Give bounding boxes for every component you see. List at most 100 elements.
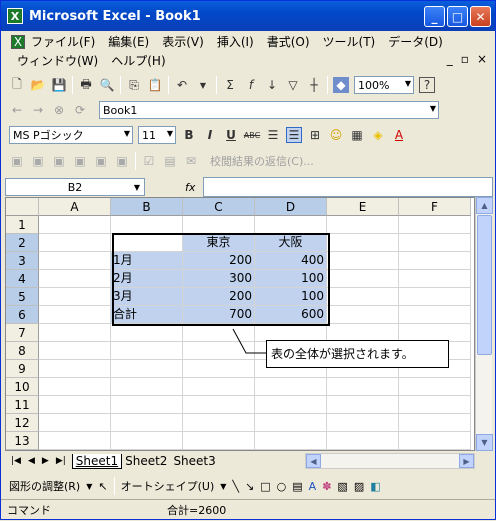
cell-f13[interactable] — [399, 432, 471, 450]
paste-icon[interactable]: 📋 — [147, 77, 163, 93]
cell-b3[interactable]: 1月 — [111, 252, 183, 270]
stop-icon[interactable]: ⊗ — [51, 102, 67, 118]
cell-f10[interactable] — [399, 378, 471, 396]
new-icon[interactable]: 🗋 — [9, 77, 25, 93]
cell-a5[interactable] — [39, 288, 111, 306]
column-header-d[interactable]: D — [255, 198, 327, 216]
review-icon-1[interactable]: ▣ — [9, 153, 25, 169]
cell-f5[interactable] — [399, 288, 471, 306]
cell-c9[interactable] — [183, 360, 255, 378]
cell-f2[interactable] — [399, 234, 471, 252]
cell-a8[interactable] — [39, 342, 111, 360]
address-combo[interactable]: Book1 ▼ — [99, 101, 439, 119]
cell-b12[interactable] — [111, 414, 183, 432]
tab-sheet2[interactable]: Sheet2 — [122, 454, 170, 468]
row-header-8[interactable]: 8 — [6, 342, 39, 360]
cell-f12[interactable] — [399, 414, 471, 432]
autoshapes-menu[interactable]: オートシェイプ(U) — [121, 478, 215, 494]
picture-icon[interactable]: ▨ — [354, 480, 364, 493]
cell-e11[interactable] — [327, 396, 399, 414]
menu-file[interactable]: ファイル(F) — [31, 33, 95, 50]
cell-e2[interactable] — [327, 234, 399, 252]
cell-c3[interactable]: 200 — [183, 252, 255, 270]
prev-sheet-icon[interactable]: ◀ — [28, 456, 35, 466]
first-sheet-icon[interactable]: |◀ — [11, 456, 21, 466]
cell-a11[interactable] — [39, 396, 111, 414]
cell-e6[interactable] — [327, 306, 399, 324]
next-sheet-icon[interactable]: ▶ — [42, 456, 49, 466]
row-header-9[interactable]: 9 — [6, 360, 39, 378]
diagram-icon[interactable]: ✽ — [322, 480, 331, 493]
cell-c8[interactable] — [183, 342, 255, 360]
cell-c11[interactable] — [183, 396, 255, 414]
discussion-icon[interactable]: ✉ — [183, 153, 199, 169]
cell-c5[interactable]: 200 — [183, 288, 255, 306]
refresh-icon[interactable]: ⟳ — [72, 102, 88, 118]
cell-b10[interactable] — [111, 378, 183, 396]
row-header-1[interactable]: 1 — [6, 216, 39, 234]
cell-a10[interactable] — [39, 378, 111, 396]
doc-restore-button[interactable]: ▫ — [461, 52, 469, 66]
cell-e12[interactable] — [327, 414, 399, 432]
fill-color-icon[interactable]: ◈ — [370, 127, 386, 143]
cell-a9[interactable] — [39, 360, 111, 378]
undo-icon[interactable]: ↶ — [174, 77, 190, 93]
reply-with-changes[interactable]: 校閲結果の返信(C)... — [210, 153, 314, 169]
cell-a4[interactable] — [39, 270, 111, 288]
cell-a12[interactable] — [39, 414, 111, 432]
copy-icon[interactable]: ⎘ — [126, 77, 142, 93]
row-header-11[interactable]: 11 — [6, 396, 39, 414]
cell-a2[interactable] — [39, 234, 111, 252]
menu-help[interactable]: ヘルプ(H) — [111, 52, 165, 69]
cell-d10[interactable] — [255, 378, 327, 396]
zoom-combo[interactable]: 100% ▼ — [354, 76, 414, 94]
doc-close-button[interactable]: × — [477, 52, 487, 66]
minimize-button[interactable]: _ — [424, 6, 445, 27]
cell-c6[interactable]: 700 — [183, 306, 255, 324]
menu-window[interactable]: ウィンドウ(W) — [17, 52, 98, 69]
worksheet-grid[interactable]: ABCDEF 1 2 3 4 5 6 7 8 9 10 11 12 13 東京 大阪 1月 200 400 2月 3… — [5, 197, 475, 451]
draw-adjust-menu[interactable]: 図形の調整(R) — [9, 478, 80, 494]
cell-b5[interactable]: 3月 — [111, 288, 183, 306]
cell-b11[interactable] — [111, 396, 183, 414]
font-combo[interactable]: MS Pゴシック ▼ — [9, 126, 133, 144]
row-header-7[interactable]: 7 — [6, 324, 39, 342]
cell-a13[interactable] — [39, 432, 111, 450]
borders-icon[interactable]: ▦ — [349, 127, 365, 143]
forward-icon[interactable]: → — [30, 102, 46, 118]
cell-b6[interactable]: 合計 — [111, 306, 183, 324]
menu-insert[interactable]: 挿入(I) — [217, 33, 254, 50]
clipart-icon[interactable]: ▧ — [337, 480, 347, 493]
review-icon-2[interactable]: ▣ — [30, 153, 46, 169]
horizontal-scrollbar[interactable]: ◀ ▶ — [305, 453, 475, 469]
cell-f4[interactable] — [399, 270, 471, 288]
maximize-button[interactable]: □ — [447, 6, 468, 27]
row-header-3[interactable]: 3 — [6, 252, 39, 270]
filter-icon[interactable]: ▽ — [285, 77, 301, 93]
cell-b13[interactable] — [111, 432, 183, 450]
track-changes-icon[interactable]: ☑ — [141, 153, 157, 169]
select-all-corner[interactable] — [6, 198, 39, 216]
bold-button[interactable]: B — [181, 127, 197, 143]
cell-e13[interactable] — [327, 432, 399, 450]
formula-input[interactable] — [203, 177, 493, 197]
save-icon[interactable]: 💾 — [51, 77, 67, 93]
line-icon[interactable]: ╲ — [232, 480, 239, 493]
cell-f11[interactable] — [399, 396, 471, 414]
underline-button[interactable]: U — [223, 127, 239, 143]
close-button[interactable]: ✕ — [470, 6, 491, 27]
column-header-a[interactable]: A — [39, 198, 111, 216]
cell-d4[interactable]: 100 — [255, 270, 327, 288]
row-header-13[interactable]: 13 — [6, 432, 39, 450]
rectangle-icon[interactable]: □ — [260, 480, 270, 493]
cell-e10[interactable] — [327, 378, 399, 396]
tab-sheet1[interactable]: Sheet1 — [71, 453, 123, 469]
cell-e4[interactable] — [327, 270, 399, 288]
cell-b2[interactable] — [111, 234, 183, 252]
cell-e1[interactable] — [327, 216, 399, 234]
protect-icon[interactable]: ▤ — [162, 153, 178, 169]
align-left-icon[interactable]: ☰ — [265, 127, 281, 143]
row-header-4[interactable]: 4 — [6, 270, 39, 288]
cell-d2[interactable]: 大阪 — [255, 234, 327, 252]
row-header-5[interactable]: 5 — [6, 288, 39, 306]
